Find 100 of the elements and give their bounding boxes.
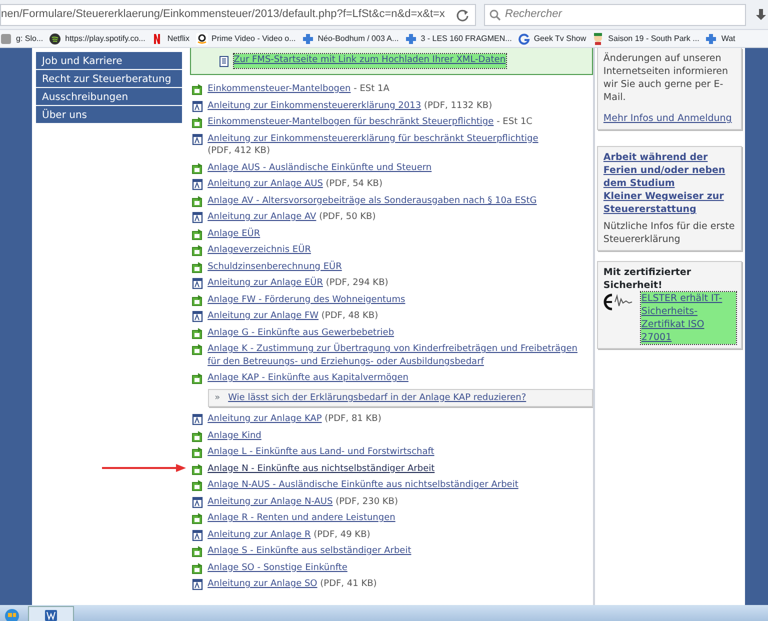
- panel-text: Änderungen auf unseren Internetseiten informieren wir Sie auch gerne per E-Mail.: [603, 52, 730, 104]
- nav-link[interactable]: Recht zur Steuerberatung: [36, 70, 182, 87]
- download-link[interactable]: Anlage KAP - Einkünfte aus Kapitalvermögen: [208, 372, 408, 384]
- form-icon: [192, 84, 203, 95]
- form-icon: [192, 245, 203, 256]
- download-link[interactable]: Anlage EÜR: [208, 228, 260, 240]
- download-link[interactable]: Anlage N-AUS - Ausländische Einkünfte aus nichtselbständiger Arbeit: [208, 479, 518, 492]
- file-info: (PDF, 48 KB): [321, 310, 378, 322]
- download-link[interactable]: Anleitung zur Anlage AV: [208, 211, 316, 224]
- nav-link[interactable]: Ausschreibungen: [36, 88, 182, 105]
- download-link[interactable]: Anleitung zur Anlage SO: [208, 578, 318, 590]
- download-link[interactable]: Anleitung zur Anlage KAP: [208, 413, 322, 426]
- download-link[interactable]: Anleitung zur Anlage FW: [208, 310, 319, 322]
- form-icon: [192, 447, 203, 458]
- pdf-icon: [192, 278, 203, 289]
- pdf-icon: [192, 311, 203, 322]
- file-info: (PDF, 412 KB): [208, 145, 270, 158]
- download-link[interactable]: Anlage SO - Sonstige Einkünfte: [208, 562, 348, 574]
- puzzle-icon: [404, 32, 417, 44]
- pdf-icon: [192, 414, 203, 425]
- panel-link[interactable]: Arbeit während der Ferien und/oder neben dem Studium: [603, 151, 736, 190]
- download-icon[interactable]: [754, 8, 768, 22]
- pdf-icon: [192, 212, 203, 223]
- form-icon: [192, 196, 203, 206]
- download-link[interactable]: Einkommensteuer-Mantelbogen für beschränkt Steuerpflichtige: [208, 116, 494, 128]
- download-link[interactable]: Anlage R - Renten und andere Leistungen: [208, 512, 396, 524]
- form-icon: [192, 373, 203, 384]
- download-link[interactable]: Anlage AUS - Ausländische Einkünfte und Steuern: [208, 162, 432, 174]
- bookmark-link[interactable]: Néo-Bodhum / 003 A...: [302, 32, 399, 44]
- file-info: (PDF, 49 KB): [314, 528, 370, 541]
- file-info: (PDF, 50 KB): [319, 211, 376, 224]
- file-info: (PDF, 41 KB): [320, 578, 377, 590]
- bookmark-link[interactable]: Netflix: [151, 32, 190, 44]
- form-icon: [192, 344, 203, 355]
- download-link[interactable]: Anleitung zur Einkommensteuererklärung 2013: [208, 100, 422, 112]
- download-link[interactable]: Anlage G - Einkünfte aus Gewerbebetrieb: [208, 326, 394, 339]
- download-link[interactable]: Anleitung zur Anlage N-AUS: [208, 496, 333, 508]
- start-icon[interactable]: [4, 607, 20, 621]
- download-link[interactable]: Anleitung zur Anlage AUS: [208, 178, 323, 190]
- file-info: (PDF, 230 KB): [336, 496, 398, 508]
- download-link[interactable]: Anlage L - Einkünfte aus Land- und Forstwirtschaft: [208, 446, 434, 458]
- panel-link[interactable]: Kleiner Wegweiser zur Steuererstattung: [603, 190, 736, 216]
- download-link[interactable]: Anleitung zur Anlage R: [208, 528, 311, 541]
- document-icon: [44, 609, 58, 621]
- file-info: (PDF, 294 KB): [326, 277, 388, 290]
- logo-icon: [49, 32, 62, 44]
- form-icon: [192, 228, 203, 240]
- hint-link[interactable]: Wie lässt sich der Erklärungsbedarf in der Anlage KAP reduzieren?: [228, 392, 526, 404]
- form-icon: [192, 294, 203, 306]
- bookmark-link[interactable]: g: Slo...: [0, 32, 44, 44]
- pdf-icon: [192, 530, 203, 540]
- pdf-icon: [192, 496, 203, 508]
- taskbar-button[interactable]: [28, 606, 74, 621]
- form-icon: [192, 562, 203, 574]
- download-link[interactable]: Anleitung zur Anlage EÜR: [208, 277, 323, 290]
- bullet-icon: »: [214, 392, 220, 402]
- bookmark-link[interactable]: Saison 19 - South Park ...: [592, 32, 700, 44]
- bookmark-link[interactable]: Prime Video - Video o...: [196, 32, 296, 44]
- file-info: - ESt 1A: [354, 83, 390, 96]
- character-icon: [592, 32, 604, 44]
- download-link[interactable]: Anlage S - Einkünfte aus selbständiger Arbeit: [208, 545, 412, 558]
- search-field[interactable]: Rechercher: [484, 4, 746, 26]
- pdf-icon: [192, 579, 203, 590]
- bookmark-link[interactable]: https://play.spotify.co...: [49, 32, 146, 44]
- arrow-icon: [102, 464, 186, 472]
- nav-link[interactable]: Über uns: [36, 106, 182, 123]
- bookmark-link[interactable]: Wat: [705, 32, 736, 44]
- form-icon: [192, 513, 203, 524]
- download-link[interactable]: Anlage FW - Förderung des Wohneigentums: [208, 294, 406, 306]
- download-link[interactable]: Anleitung zur Einkommensteuererklärung für beschränkt Steuerpflichtige: [208, 132, 538, 145]
- logo-icon: [518, 32, 530, 44]
- download-link[interactable]: Einkommensteuer-Mantelbogen: [208, 83, 351, 96]
- file-info: - ESt 1C: [496, 116, 532, 128]
- panel-text: Nützliche Infos für die erste Steuererklärung: [603, 220, 736, 246]
- url-field[interactable]: nen/Formulare/Steuererklaerung/Einkommensteuer/2013/default.php?f=LfSt&c=n&d=x&t=x: [0, 4, 476, 26]
- document-icon: [218, 56, 230, 66]
- pdf-icon: [192, 179, 203, 190]
- panel-link[interactable]: Mehr Infos und Anmeldung: [603, 112, 732, 125]
- form-icon: [192, 546, 203, 557]
- file-info: (PDF, 81 KB): [324, 413, 382, 426]
- download-link[interactable]: Anlage N - Einkünfte aus nichtselbständiger Arbeit: [208, 462, 435, 475]
- download-link[interactable]: Anlage K - Zustimmung zur Übertragung von Kinderfreibeträgen und Freibeträgen für den Betreuungs- und Erziehungs- oder Ausbildungsbedarf: [208, 343, 580, 368]
- bookmark-link[interactable]: Geek Tv Show: [518, 32, 586, 44]
- bookmark-link[interactable]: 3 - LES 160 FRAGMEN...: [404, 32, 512, 44]
- form-icon: [192, 162, 203, 174]
- download-link[interactable]: Anlage AV - Altersvorsorgebeiträge als Sonderausgaben nach § 10a EStG: [208, 194, 537, 207]
- upload-link[interactable]: Zur FMS-Startseite mit Link zum Hochladen Ihrer XML-Daten: [234, 54, 506, 68]
- form-icon: [192, 262, 203, 272]
- download-link[interactable]: Schuldzinsenberechnung EÜR: [208, 260, 342, 273]
- panel-link[interactable]: ELSTER erhält IT-Sicherheits-Zertifikat ISO 27001: [641, 292, 736, 344]
- download-link[interactable]: Anlage Kind: [208, 430, 262, 442]
- download-link[interactable]: Anlageverzeichnis EÜR: [208, 244, 311, 256]
- form-icon: [192, 480, 203, 491]
- panel-heading: Mit zertifizierter Sicherheit!: [603, 266, 692, 292]
- form-icon: [192, 117, 203, 128]
- nav-link[interactable]: Job und Karriere: [36, 52, 182, 69]
- pdf-icon: [192, 100, 203, 112]
- file-info: (PDF, 54 KB): [326, 178, 382, 190]
- puzzle-icon: [302, 32, 314, 44]
- logo-icon: [196, 32, 208, 44]
